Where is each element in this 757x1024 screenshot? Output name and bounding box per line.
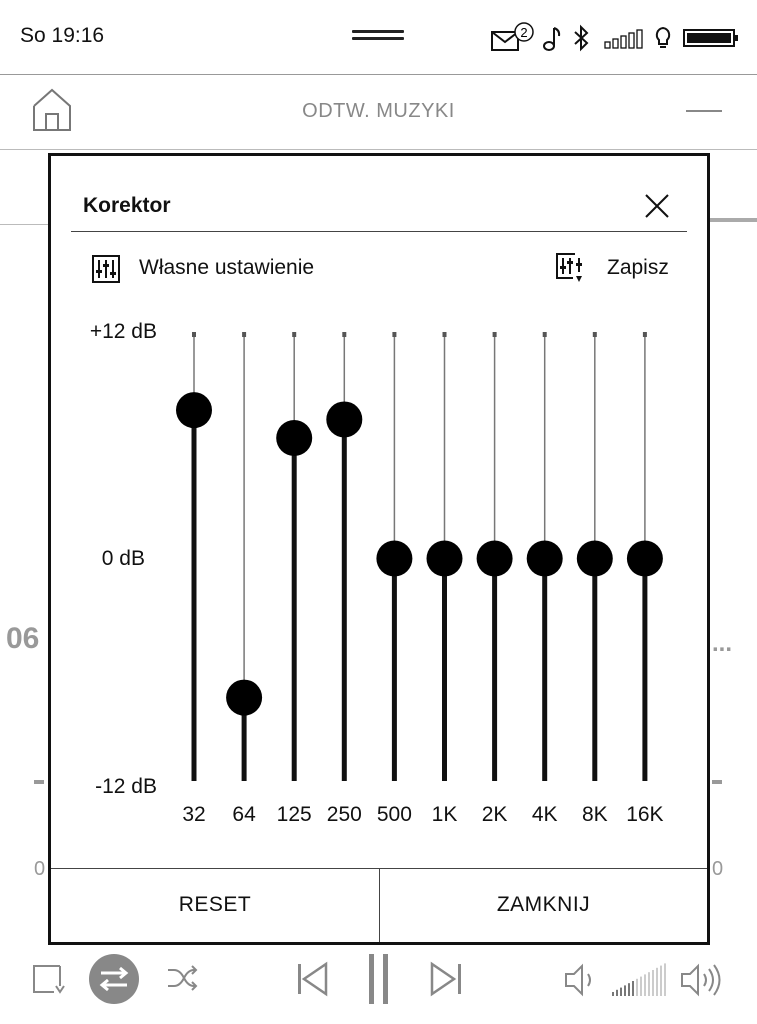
background-time-end: 0 <box>712 858 724 880</box>
volume-bar <box>628 983 630 996</box>
band-track-cap <box>442 332 447 337</box>
repeat-icon[interactable] <box>88 953 140 1005</box>
band-knob-250[interactable] <box>326 401 363 438</box>
band-track-cap <box>592 332 597 337</box>
band-track-cap <box>292 332 297 337</box>
band-knob-125[interactable] <box>276 419 313 456</box>
band-track-cap <box>192 332 196 337</box>
band-freq-label: 32 <box>182 803 205 826</box>
background-progress-start <box>34 780 44 784</box>
volume-bar <box>616 989 618 996</box>
previous-icon[interactable] <box>294 956 332 1004</box>
band-knob-500[interactable] <box>376 540 413 577</box>
shuffle-icon[interactable] <box>164 956 200 1000</box>
volume-bar <box>632 981 634 996</box>
background-progress-end <box>712 780 722 784</box>
pause-icon[interactable] <box>366 950 392 1008</box>
mail-icon: 2 <box>491 22 534 51</box>
volume-bar <box>652 970 654 996</box>
band-track-cap <box>542 332 547 337</box>
band-knob-8K[interactable] <box>576 540 613 577</box>
frontlight-icon <box>655 26 671 48</box>
band-freq-label: 64 <box>232 803 256 826</box>
volume-bar <box>636 978 638 996</box>
band-track-cap <box>342 332 347 337</box>
signal-icon <box>604 29 643 49</box>
band-knob-32[interactable] <box>176 392 212 429</box>
volume-bar <box>660 965 662 996</box>
background-track-number: 06 <box>6 622 40 655</box>
volume-down-icon[interactable] <box>562 956 598 1004</box>
app-title: ODTW. MUZYKI <box>302 100 455 122</box>
band-track-cap <box>242 332 247 337</box>
close-button[interactable]: ZAMKNIJ <box>380 868 707 942</box>
music-note-icon <box>543 27 561 51</box>
playlist-icon[interactable] <box>30 956 70 1000</box>
band-freq-label: 250 <box>327 803 362 826</box>
volume-bar <box>640 976 642 996</box>
band-track-cap <box>492 332 497 337</box>
band-freq-label: 500 <box>377 803 412 826</box>
background-ellipsis: ... <box>712 630 733 657</box>
volume-bar <box>612 992 614 996</box>
equalizer-dialog: Korektor Własne ustawienie Zapisz +12 dB… <box>48 153 710 945</box>
background-time-start: 0 <box>34 858 46 880</box>
menu-icon[interactable] <box>686 110 722 112</box>
db-label-mid: 0 dB <box>102 547 145 570</box>
band-track-cap <box>642 332 647 337</box>
volume-bar <box>620 987 622 996</box>
volume-bar <box>648 972 650 996</box>
db-label-top: +12 dB <box>90 320 157 343</box>
volume-up-icon[interactable] <box>678 956 724 1004</box>
band-knob-16K[interactable] <box>626 540 663 577</box>
mail-count-badge: 2 <box>520 25 527 40</box>
status-bar-handle[interactable] <box>352 30 404 40</box>
next-icon[interactable] <box>428 956 466 1004</box>
band-freq-label: 4K <box>532 803 558 826</box>
band-freq-label: 1K <box>432 803 458 826</box>
band-knob-1K[interactable] <box>426 540 463 577</box>
reset-button[interactable]: RESET <box>51 868 379 942</box>
band-freq-label: 2K <box>482 803 508 826</box>
background-tab-indicator <box>708 218 757 222</box>
equalizer-sliders[interactable]: +12 dB 0 dB -12 dB 32 64 125 250 500 1K 2K 4K 8K… <box>51 156 707 868</box>
volume-bar <box>664 963 666 996</box>
status-time: So 19:16 <box>20 24 105 47</box>
header-bottom-divider <box>0 149 757 150</box>
volume-bar <box>656 967 658 996</box>
header-top-divider <box>0 74 757 75</box>
db-label-bottom: -12 dB <box>95 775 157 798</box>
band-track-cap <box>392 332 397 337</box>
band-knob-2K[interactable] <box>476 540 513 577</box>
band-knob-4K[interactable] <box>526 540 563 577</box>
volume-bar <box>644 974 646 996</box>
band-freq-label: 8K <box>582 803 608 826</box>
band-freq-label: 125 <box>277 803 312 826</box>
band-knob-64[interactable] <box>226 679 263 716</box>
battery-icon <box>683 29 738 47</box>
background-divider <box>0 224 48 225</box>
volume-bar <box>624 985 626 996</box>
band-freq-label: 16K <box>626 803 663 826</box>
volume-level-icon <box>612 963 666 996</box>
bluetooth-icon <box>574 24 589 52</box>
